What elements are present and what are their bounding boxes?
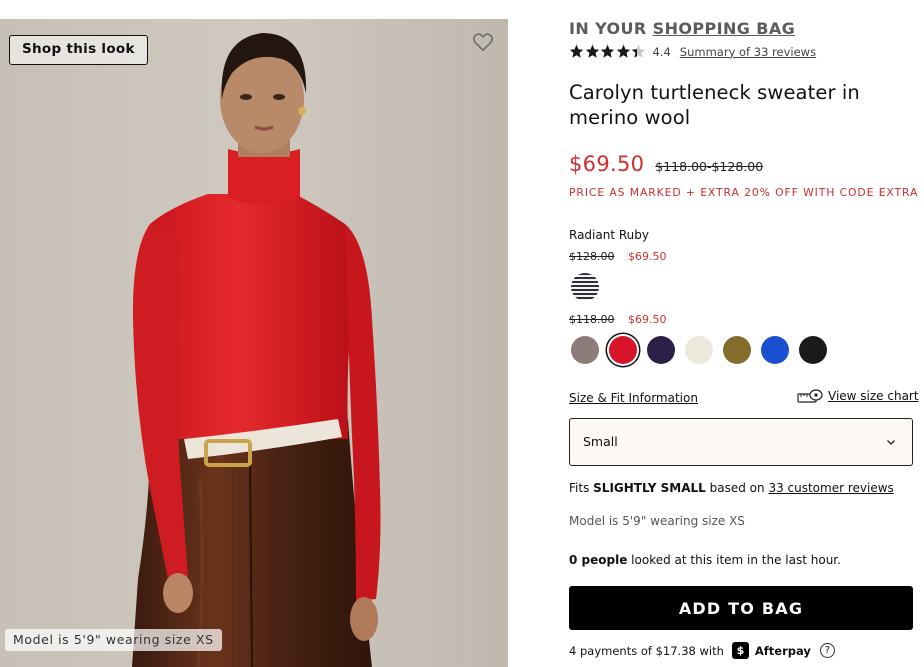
swatch-mauve[interactable] xyxy=(571,336,599,364)
in-shopping-bag-notice: IN YOUR SHOPPING BAG xyxy=(569,19,795,38)
swatch-olive[interactable] xyxy=(723,336,751,364)
selected-color-name: Radiant Ruby xyxy=(569,228,649,242)
model-size-info: Model is 5'9" wearing size XS xyxy=(569,514,745,528)
star-rating xyxy=(569,44,647,59)
fits-strong: SLIGHTLY SMALL xyxy=(593,481,706,495)
afterpay-name: Afterpay xyxy=(754,643,811,658)
shopping-bag-link[interactable]: SHOPPING BAG xyxy=(653,19,796,38)
product-image[interactable]: Shop this look Model is 5'9" wearing siz… xyxy=(0,19,508,667)
star-icon xyxy=(631,44,646,58)
rating-row: 4.4 Summary of 33 reviews xyxy=(569,44,816,59)
now-price: $69.50 xyxy=(628,250,667,263)
was-price: $128.00 xyxy=(569,250,615,263)
add-to-bag-button[interactable]: ADD TO BAG xyxy=(569,586,913,630)
original-price: $118.00-$128.00 xyxy=(655,159,764,174)
swatch-navy-stripe[interactable] xyxy=(571,273,599,301)
view-size-chart-link[interactable]: View size chart xyxy=(797,388,919,404)
afterpay-text: 4 payments of $17.38 with xyxy=(569,643,724,658)
product-title: Carolyn turtleneck sweater in merino woo… xyxy=(569,81,860,129)
star-icon xyxy=(569,44,584,58)
star-icon xyxy=(585,44,599,58)
size-fit-info-link[interactable]: Size & Fit Information xyxy=(569,391,698,405)
price-row: $69.50 $118.00-$128.00 xyxy=(569,152,763,176)
promo-message: PRICE AS MARKED + EXTRA 20% OFF WITH COD… xyxy=(569,186,919,199)
customer-reviews-link[interactable]: 33 customer reviews xyxy=(768,481,893,495)
shop-this-look-button[interactable]: Shop this look xyxy=(9,35,148,65)
heart-icon[interactable] xyxy=(472,32,494,52)
price-group-2: $118.00 $69.50 xyxy=(569,313,667,326)
in-bag-prefix: IN YOUR xyxy=(569,19,647,38)
sale-price: $69.50 xyxy=(569,152,645,176)
swatch-royal-blue[interactable] xyxy=(761,336,789,364)
model-size-caption: Model is 5'9" wearing size XS xyxy=(5,629,222,651)
swatch-plum[interactable] xyxy=(647,336,675,364)
size-chart-label: View size chart xyxy=(828,389,919,403)
price-group-1: $128.00 $69.50 xyxy=(569,250,667,263)
now-price: $69.50 xyxy=(628,313,667,326)
size-selected-value: Small xyxy=(583,434,618,449)
star-icon xyxy=(616,44,630,58)
afterpay-logo-icon: $ xyxy=(731,642,749,659)
swatch-radiant-ruby[interactable] xyxy=(609,336,637,364)
chevron-down-icon xyxy=(887,440,895,445)
fits-mid: based on xyxy=(709,481,765,495)
size-select[interactable]: Small xyxy=(569,418,913,466)
views-notice: 0 people looked at this item in the last… xyxy=(569,553,841,567)
help-icon[interactable]: ? xyxy=(819,643,835,658)
swatch-ivory[interactable] xyxy=(685,336,713,364)
fit-summary: Fits SLIGHTLY SMALL based on 33 customer… xyxy=(569,481,894,495)
views-text: looked at this item in the last hour. xyxy=(631,553,841,567)
swatch-black[interactable] xyxy=(799,336,827,364)
model-illustration xyxy=(0,19,508,667)
was-price: $118.00 xyxy=(569,313,615,326)
fits-prefix: Fits xyxy=(569,481,590,495)
views-count: 0 people xyxy=(569,553,628,567)
reviews-summary-link[interactable]: Summary of 33 reviews xyxy=(680,45,816,59)
tape-measure-icon xyxy=(797,389,823,403)
afterpay-row: 4 payments of $17.38 with $ Afterpay ? xyxy=(569,642,835,659)
rating-value: 4.4 xyxy=(652,44,671,59)
star-icon xyxy=(600,44,615,58)
